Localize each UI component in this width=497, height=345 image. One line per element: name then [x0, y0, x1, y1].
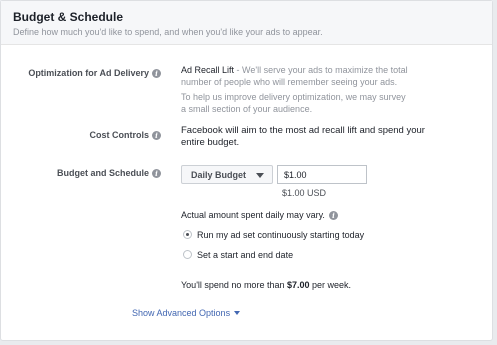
caret-down-icon [256, 173, 264, 178]
schedule-radio-start-end[interactable] [183, 250, 192, 259]
actual-amount-text: Actual amount spent daily may vary. [181, 210, 325, 220]
budget-type-dropdown[interactable]: Daily Budget [181, 165, 273, 184]
optimization-note-line2: a small section of your audience. [181, 104, 313, 114]
info-icon[interactable]: i [152, 68, 161, 78]
show-advanced-options-link[interactable]: Show Advanced Options [132, 308, 241, 318]
schedule-radio-continuous[interactable] [183, 230, 192, 239]
optimization-value-title: Ad Recall Lift [181, 65, 235, 75]
weekly-suffix: per week. [309, 280, 352, 290]
info-icon[interactable]: i [152, 130, 161, 140]
schedule-option-start-end-label[interactable]: Set a start and end date [197, 250, 293, 260]
chevron-down-icon [234, 311, 241, 315]
section-header: Budget & Schedule Define how much you'd … [1, 1, 492, 45]
budget-type-selected: Daily Budget [191, 169, 247, 180]
weekly-prefix: You'll spend no more than [181, 280, 287, 290]
budget-schedule-card: Budget & Schedule Define how much you'd … [0, 0, 493, 341]
schedule-option-continuous-label[interactable]: Run my ad set continuously starting toda… [197, 230, 364, 240]
optimization-label: Optimization for Ad Delivery i [28, 68, 161, 78]
section-subtitle: Define how much you'd like to spend, and… [13, 27, 323, 37]
advanced-options-label: Show Advanced Options [132, 308, 231, 318]
budget-amount-input[interactable] [277, 165, 367, 184]
cost-controls-label: Cost Controls i [89, 130, 161, 140]
budget-schedule-label-text: Budget and Schedule [56, 168, 149, 178]
optimization-desc-line2: number of people who will remember seein… [181, 77, 398, 87]
section-title: Budget & Schedule [13, 10, 124, 24]
info-icon[interactable]: i [328, 210, 338, 220]
actual-amount-note: Actual amount spent daily may vary. i [181, 210, 338, 220]
cost-controls-label-text: Cost Controls [89, 130, 150, 140]
weekly-spend-summary: You'll spend no more than $7.00 per week… [181, 280, 351, 290]
optimization-value: Ad Recall Lift - We'll serve your ads to… [181, 64, 461, 88]
optimization-note-line1: To help us improve delivery optimization… [181, 92, 406, 102]
optimization-desc-line1: - We'll serve your ads to maximize the t… [234, 65, 408, 75]
cost-controls-text: Facebook will aim to the most ad recall … [181, 125, 425, 149]
budget-amount-hint: $1.00 USD [282, 188, 327, 198]
cost-controls-line2: entire budget. [181, 137, 240, 148]
optimization-note: To help us improve delivery optimization… [181, 91, 406, 115]
cost-controls-line1: Facebook will aim to the most ad recall … [181, 125, 425, 136]
weekly-amount: $7.00 [286, 280, 310, 290]
budget-schedule-label: Budget and Schedule i [57, 168, 161, 178]
info-icon[interactable]: i [152, 168, 161, 178]
optimization-label-text: Optimization for Ad Delivery [28, 68, 149, 78]
